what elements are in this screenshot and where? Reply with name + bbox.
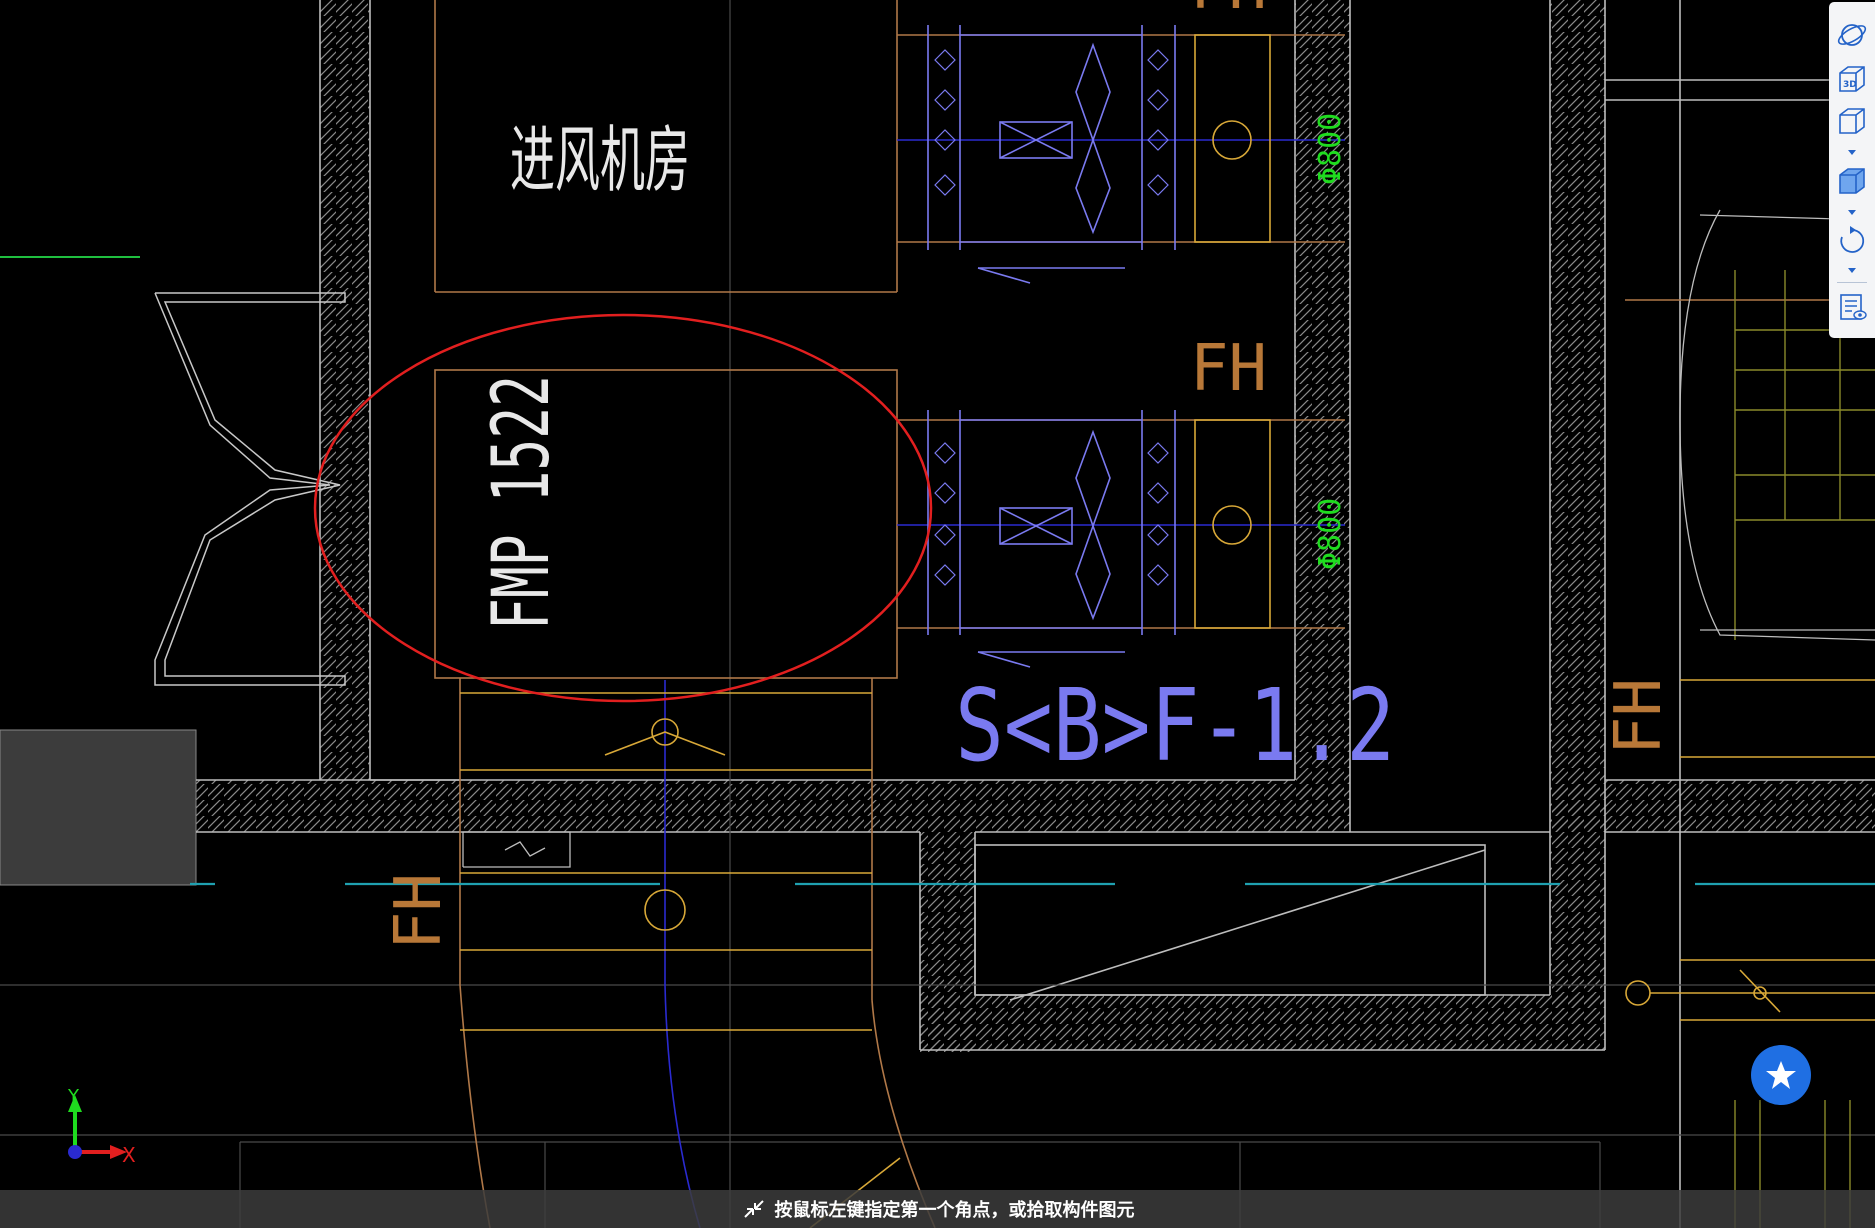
fh-label-left: FH — [382, 873, 456, 950]
door-label: FMP 1522 — [477, 375, 567, 630]
chevron-down-icon-3[interactable] — [1846, 266, 1858, 274]
rotate-icon[interactable] — [1835, 224, 1869, 258]
chevron-down-icon-2[interactable] — [1846, 208, 1858, 216]
solid-block — [0, 729, 197, 886]
duct-label: S<B>F-1.2 — [955, 667, 1395, 784]
star-icon — [1766, 1061, 1796, 1089]
cad-drawing-canvas[interactable]: 进风机房 FMP 1522 S<B>F-1.2 FH FH FH FH Φ800… — [0, 0, 1875, 1228]
collapse-arrows-icon — [743, 1200, 764, 1218]
room-label: 进风机房 — [510, 118, 690, 202]
svg-text:3D: 3D — [1843, 80, 1857, 90]
fh-label-cut: FH — [1190, 0, 1267, 24]
y-axis-label: Y — [67, 1086, 80, 1107]
break-symbol — [462, 831, 571, 868]
orbit-icon[interactable] — [1835, 18, 1869, 52]
x-axis-label: X — [122, 1143, 136, 1167]
properties-icon[interactable] — [1835, 290, 1869, 324]
command-prompt-text: 按鼠标左键指定第一个角点，或拾取构件图元 — [774, 1200, 1135, 1221]
fan-unit-bottom — [927, 410, 1176, 668]
ucs-axis-icon: Y X — [67, 1086, 136, 1167]
favorite-button[interactable] — [1751, 1045, 1811, 1105]
cube-view-icon[interactable] — [1835, 104, 1869, 138]
toolbar-divider — [1837, 282, 1867, 283]
selection-ellipse — [313, 313, 933, 703]
view-toolbar: 3D — [1829, 2, 1875, 338]
chevron-down-icon[interactable] — [1846, 148, 1858, 156]
dim-label-bottom: Φ800 — [1313, 498, 1348, 570]
cube-solid-icon[interactable] — [1835, 164, 1869, 198]
break-zigzag — [504, 841, 546, 857]
fh-label-right: FH — [1602, 678, 1676, 755]
fh-label-top: FH — [1190, 332, 1267, 406]
fan-unit-top — [927, 25, 1176, 284]
command-prompt-bar: 按鼠标左键指定第一个角点，或拾取构件图元 — [0, 1190, 1875, 1228]
3d-view-icon[interactable]: 3D — [1835, 62, 1869, 96]
dim-label-top: Φ800 — [1313, 113, 1348, 185]
